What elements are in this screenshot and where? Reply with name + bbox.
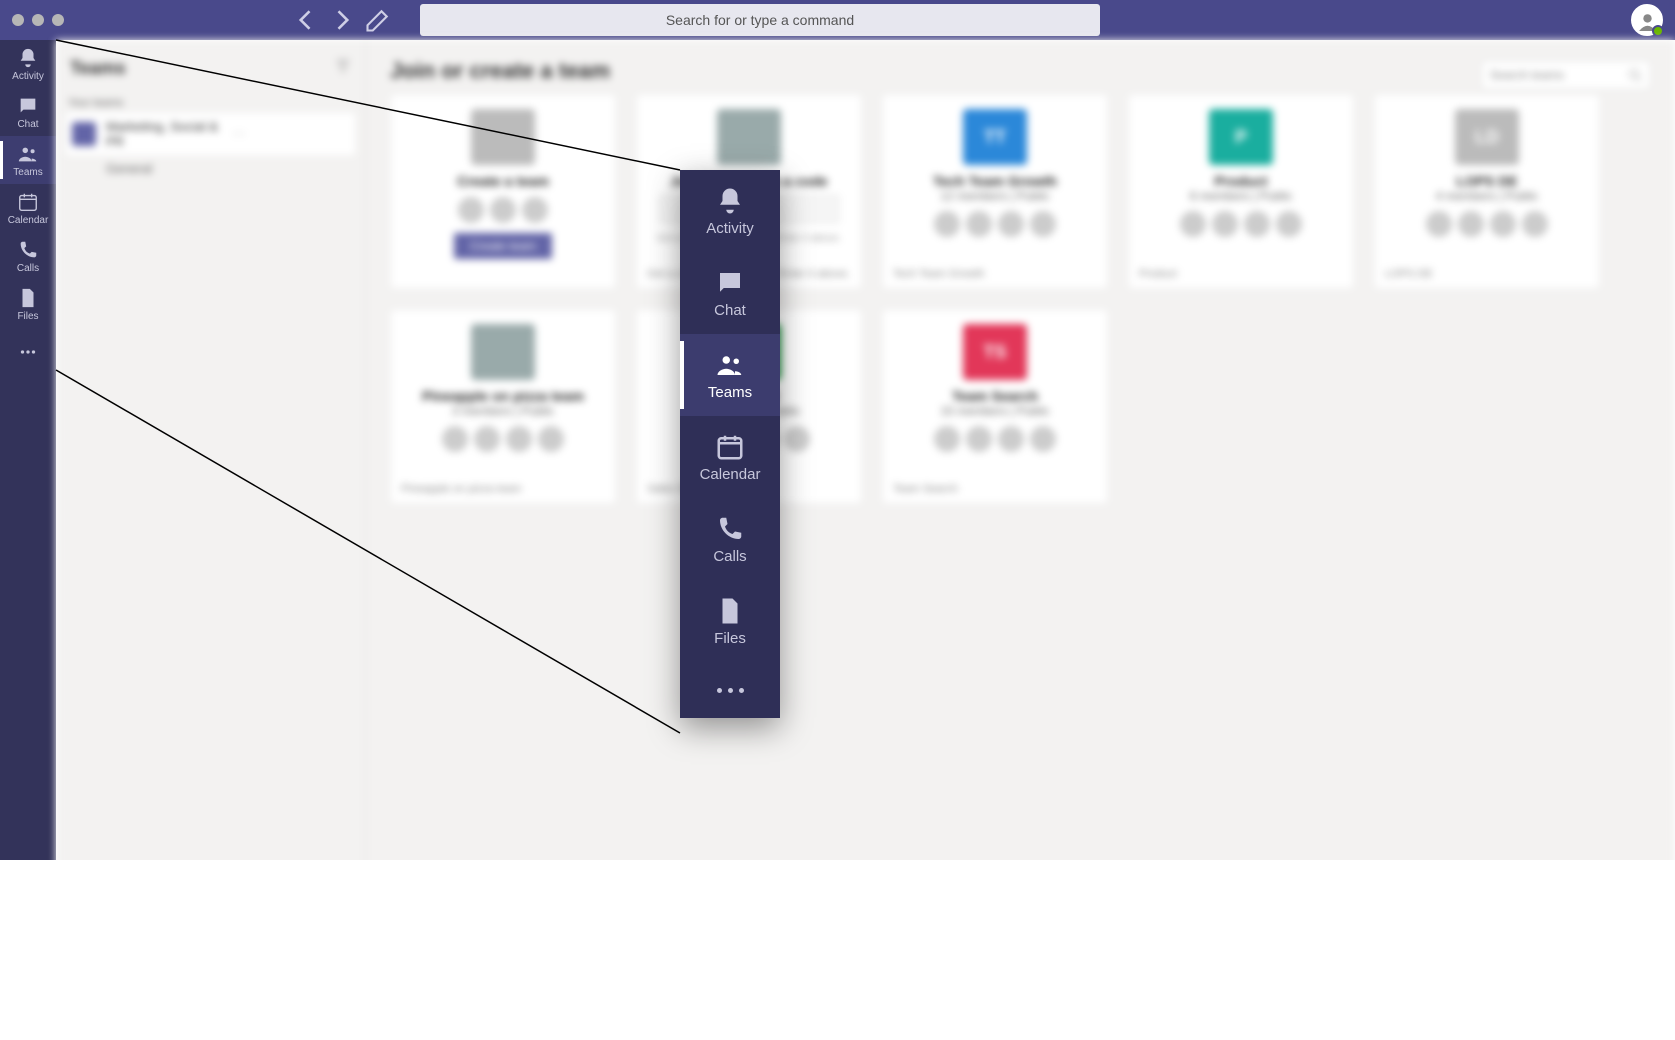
- team-row[interactable]: Marketing, Social & PR ⋯: [66, 113, 355, 155]
- forward-button[interactable]: [328, 6, 356, 34]
- zoom-activity[interactable]: Activity: [680, 170, 780, 252]
- close-dot[interactable]: [12, 14, 24, 26]
- max-dot[interactable]: [52, 14, 64, 26]
- zoom-label: Teams: [708, 384, 752, 401]
- presence-indicator: [1652, 25, 1664, 37]
- channel-item[interactable]: General: [66, 155, 355, 182]
- team-card[interactable]: TT Tech Team Growth12 members | PublicTe…: [882, 94, 1108, 289]
- rail-label: Activity: [12, 71, 44, 82]
- zoom-calendar[interactable]: Calendar: [680, 416, 780, 498]
- zoom-calls[interactable]: Calls: [680, 498, 780, 580]
- rail-label: Calls: [17, 263, 39, 274]
- rail-files[interactable]: Files: [0, 280, 56, 328]
- rail-label: Chat: [17, 119, 38, 130]
- group-label: Your teams: [66, 93, 355, 113]
- zoom-label: Calls: [713, 548, 746, 565]
- zoom-chat[interactable]: Chat: [680, 252, 780, 334]
- search-teams-input[interactable]: Search teams: [1481, 60, 1651, 90]
- search-teams-placeholder: Search teams: [1490, 68, 1564, 82]
- window-controls: [12, 14, 64, 26]
- rail-more[interactable]: [0, 328, 56, 376]
- rail-label: Calendar: [8, 215, 49, 226]
- filter-icon[interactable]: [335, 58, 351, 79]
- zoom-label: Files: [714, 630, 746, 647]
- page-title: Join or create a team: [390, 58, 1651, 84]
- zoom-files[interactable]: Files: [680, 580, 780, 662]
- zoom-label: Calendar: [700, 466, 761, 483]
- team-cards-grid: Create a teamCreate team Join a team wit…: [390, 94, 1651, 504]
- search-input[interactable]: Search for or type a command: [420, 4, 1100, 36]
- team-card[interactable]: TS Team Search15 members | PublicTeam Se…: [882, 309, 1108, 504]
- team-tile: [72, 122, 96, 146]
- rail-label: Teams: [13, 167, 42, 178]
- search-placeholder: Search for or type a command: [666, 12, 854, 28]
- team-card[interactable]: Pineapple on pizza team3 members | Publi…: [390, 309, 616, 504]
- rail-activity[interactable]: Activity: [0, 40, 56, 88]
- bottom-margin: [0, 860, 1675, 1040]
- rail-calls[interactable]: Calls: [0, 232, 56, 280]
- titlebar: Search for or type a command: [0, 0, 1675, 40]
- rail-calendar[interactable]: Calendar: [0, 184, 56, 232]
- team-name: Marketing, Social & PR: [106, 119, 223, 149]
- zoom-label: Activity: [706, 220, 754, 237]
- compose-button[interactable]: [364, 6, 392, 34]
- back-button[interactable]: [292, 6, 320, 34]
- team-card[interactable]: LD LOPS DE4 members | PublicLOPS DE: [1374, 94, 1600, 289]
- min-dot[interactable]: [32, 14, 44, 26]
- team-card[interactable]: P Product6 members | PublicProduct: [1128, 94, 1354, 289]
- zoom-label: Chat: [714, 302, 746, 319]
- rail-chat[interactable]: Chat: [0, 88, 56, 136]
- zoom-teams[interactable]: Teams: [680, 334, 780, 416]
- team-card[interactable]: Create a teamCreate team: [390, 94, 616, 289]
- rail-zoom-callout: Activity Chat Teams Calendar Calls Files: [680, 170, 780, 718]
- pane-title: Teams: [70, 58, 126, 79]
- user-avatar[interactable]: [1631, 4, 1663, 36]
- zoom-more[interactable]: [680, 662, 780, 718]
- rail-label: Files: [17, 311, 38, 322]
- rail-teams[interactable]: Teams: [0, 136, 56, 184]
